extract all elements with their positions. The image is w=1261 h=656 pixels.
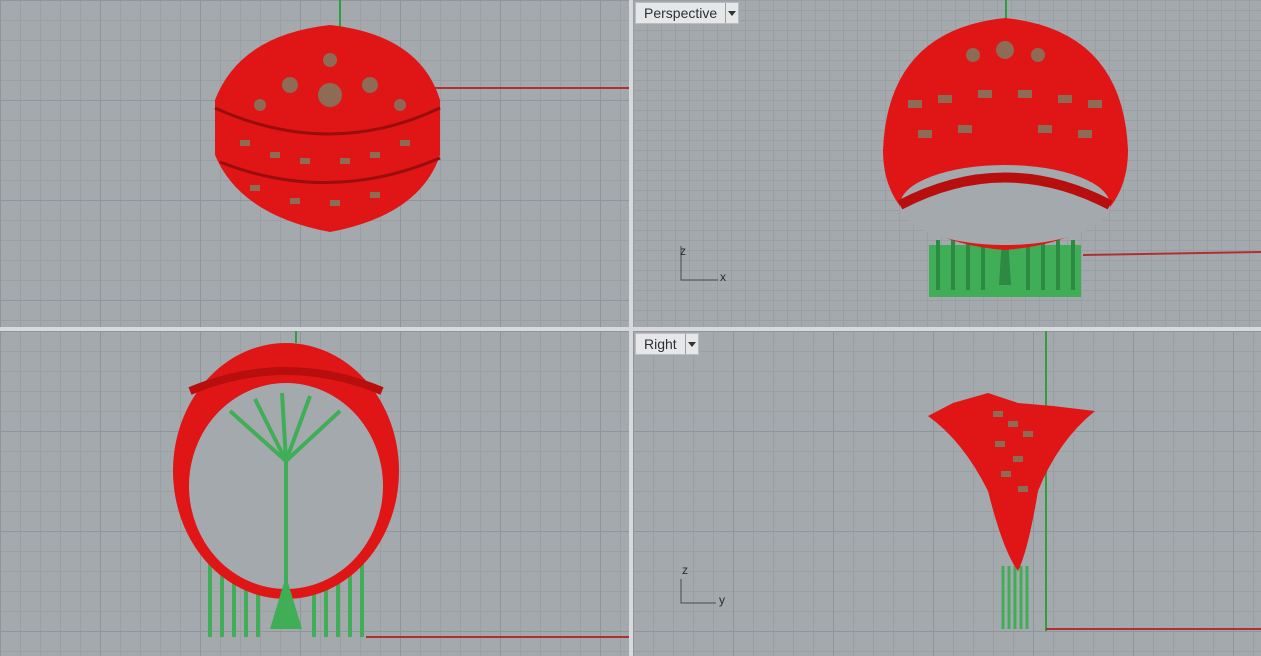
support-pins: [1001, 566, 1029, 629]
axis-label-horizontal: x: [720, 270, 726, 284]
x-axis-line: [1082, 251, 1261, 256]
viewport-top[interactable]: [0, 0, 629, 327]
viewport-perspective[interactable]: Perspective z x: [633, 0, 1261, 327]
ring-right-body: [928, 393, 1095, 571]
viewport-front[interactable]: [0, 331, 629, 656]
front-view-scene: [173, 331, 629, 638]
axis-label-vertical: z: [682, 563, 688, 577]
right-view-scene: [928, 331, 1261, 631]
axis-label-vertical: z: [680, 244, 686, 258]
axis-label-horizontal: y: [719, 593, 725, 607]
viewport-right[interactable]: Right z y: [633, 331, 1261, 656]
top-view-scene: [214, 0, 629, 232]
